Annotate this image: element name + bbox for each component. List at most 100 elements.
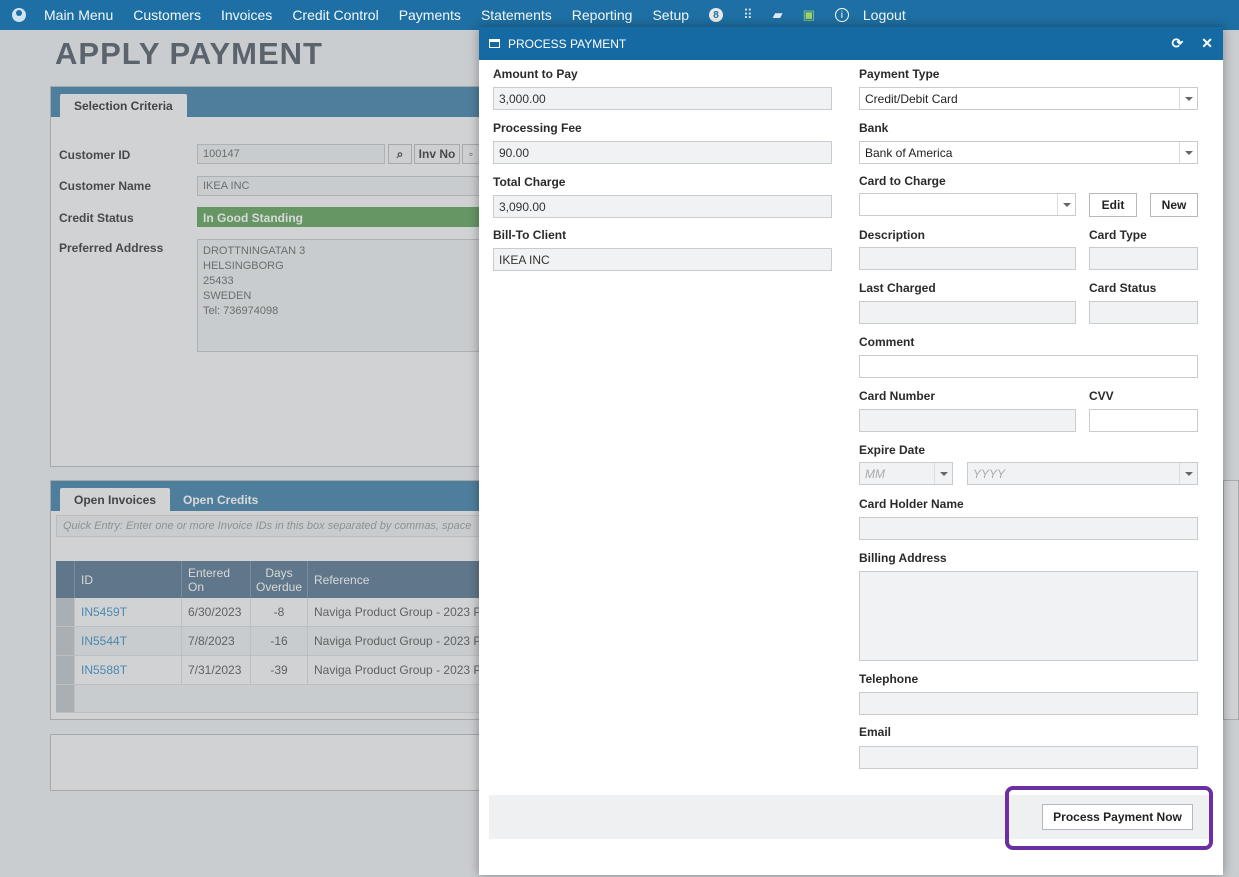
table-row[interactable]: IN5544T 7/8/2023 -16 Naviga Product Grou… (56, 627, 489, 656)
entered-on-cell: 6/30/2023 (182, 598, 251, 626)
user-icon[interactable] (12, 8, 26, 22)
address-line: SWEDEN (203, 290, 252, 302)
chevron-down-icon[interactable] (934, 463, 952, 484)
amount-to-pay-label: Amount to Pay (493, 67, 578, 81)
col-id[interactable]: ID (75, 561, 182, 598)
last-charged-field (859, 301, 1076, 324)
address-line: 25433 (203, 275, 234, 287)
grid-body: IN5459T 6/30/2023 -8 Naviga Product Grou… (56, 598, 489, 713)
extra-icon[interactable]: ◦ (462, 144, 480, 164)
days-overdue-cell: -39 (251, 656, 308, 684)
tab-open-invoices[interactable]: Open Invoices (60, 488, 171, 511)
bill-to-client-field: IKEA INC (493, 248, 832, 271)
chevron-down-icon[interactable] (1179, 88, 1197, 109)
cvv-input[interactable] (1089, 409, 1198, 432)
nav-logout[interactable]: Logout (863, 7, 906, 23)
expire-year-select[interactable]: YYYY (967, 462, 1198, 485)
chevron-down-icon[interactable] (1179, 142, 1197, 163)
customer-id-field[interactable]: 100147 (197, 144, 385, 164)
inv-no-button[interactable]: Inv No (414, 144, 460, 164)
customer-id-label: Customer ID (59, 148, 131, 162)
new-card-button[interactable]: New (1150, 193, 1198, 217)
card-holder-input[interactable] (859, 517, 1198, 540)
apps-grid-icon[interactable]: ⠿ (743, 7, 753, 23)
dialog-title: PROCESS PAYMENT (508, 36, 627, 51)
address-line: DROTTNINGATAN 3 (203, 245, 306, 257)
nav-payments[interactable]: Payments (399, 7, 461, 23)
reference-cell: Naviga Product Group - 2023 Pl (308, 598, 489, 626)
page-title: APPLY PAYMENT (55, 36, 323, 71)
notification-badge[interactable]: 8 (709, 8, 724, 22)
info-icon[interactable]: i (834, 8, 849, 22)
col-reference[interactable]: Reference (308, 561, 489, 598)
days-overdue-cell: -16 (251, 627, 308, 655)
table-row[interactable]: IN5588T 7/31/2023 -39 Naviga Product Gro… (56, 656, 489, 685)
col-entered-on[interactable]: Entered On (182, 561, 251, 598)
bank-label: Bank (859, 121, 889, 135)
tv-icon[interactable]: ▣ (803, 7, 815, 23)
customer-name-label: Customer Name (59, 179, 152, 193)
month-placeholder: MM (865, 467, 885, 481)
card-number-input[interactable] (859, 409, 1076, 432)
grid-footer-row (56, 685, 489, 713)
reference-cell: Naviga Product Group - 2023 Pl (308, 656, 489, 684)
select-all-column[interactable] (56, 561, 75, 598)
comment-label: Comment (859, 335, 915, 349)
footer-spacer (75, 685, 489, 712)
nav-customers[interactable]: Customers (133, 7, 201, 23)
card-holder-label: Card Holder Name (859, 497, 964, 511)
telephone-input[interactable] (859, 692, 1198, 715)
window-icon (489, 39, 500, 48)
table-row[interactable]: IN5459T 6/30/2023 -8 Naviga Product Grou… (56, 598, 489, 627)
col-days-overdue[interactable]: Days Overdue (251, 561, 308, 598)
card-number-label: Card Number (859, 389, 936, 403)
card-to-charge-label: Card to Charge (859, 174, 946, 188)
nav-credit-control[interactable]: Credit Control (292, 7, 378, 23)
nav-setup[interactable]: Setup (652, 7, 689, 23)
dialog-header: PROCESS PAYMENT ⟳ ✕ (479, 27, 1223, 60)
payment-type-select[interactable]: Credit/Debit Card (859, 87, 1198, 110)
invoice-id-link[interactable]: IN5588T (75, 656, 182, 684)
row-selector[interactable] (56, 627, 75, 655)
preferred-address-label: Preferred Address (59, 241, 164, 255)
entered-on-cell: 7/31/2023 (182, 656, 251, 684)
nav-statements[interactable]: Statements (481, 7, 552, 23)
description-field (859, 247, 1076, 270)
invoices-tabbar: Open Invoices Open Credits (51, 481, 489, 511)
description-label: Description (859, 228, 926, 242)
card-to-charge-select[interactable] (859, 193, 1076, 216)
expire-month-select[interactable]: MM (859, 462, 953, 485)
nav-main-menu[interactable]: Main Menu (44, 7, 113, 23)
invoice-id-link[interactable]: IN5459T (75, 598, 182, 626)
year-placeholder: YYYY (973, 467, 1006, 481)
bank-value: Bank of America (865, 146, 953, 160)
top-nav: Main Menu Customers Invoices Credit Cont… (0, 0, 1239, 30)
days-overdue-cell: -8 (251, 598, 308, 626)
close-icon[interactable]: ✕ (1201, 35, 1213, 52)
preferred-address-field: DROTTNINGATAN 3 HELSINGBORG 25433 SWEDEN… (197, 239, 481, 352)
row-selector[interactable] (56, 656, 75, 684)
billing-address-textarea[interactable] (859, 571, 1198, 661)
payment-type-value: Credit/Debit Card (865, 92, 958, 106)
tab-selection-criteria[interactable]: Selection Criteria (60, 94, 187, 117)
reference-cell: Naviga Product Group - 2023 Pl (308, 627, 489, 655)
chevron-down-icon[interactable] (1179, 463, 1197, 484)
quick-entry-input[interactable]: Quick Entry: Enter one or more Invoice I… (56, 515, 489, 537)
chevron-down-icon[interactable] (1057, 194, 1075, 215)
edit-card-button[interactable]: Edit (1089, 193, 1137, 217)
process-payment-dialog: PROCESS PAYMENT ⟳ ✕ Amount to Pay 3,000.… (479, 27, 1223, 875)
nav-invoices[interactable]: Invoices (221, 7, 272, 23)
bank-select[interactable]: Bank of America (859, 141, 1198, 164)
card-type-label: Card Type (1089, 228, 1147, 242)
comment-input[interactable] (859, 355, 1198, 378)
chat-icon[interactable]: ▰ (773, 7, 783, 23)
search-icon[interactable]: ⌕ (388, 144, 412, 164)
invoice-id-link[interactable]: IN5544T (75, 627, 182, 655)
process-payment-now-button[interactable]: Process Payment Now (1042, 804, 1193, 830)
row-selector[interactable] (56, 598, 75, 626)
email-input[interactable] (859, 746, 1198, 769)
nav-reporting[interactable]: Reporting (572, 7, 633, 23)
refresh-icon[interactable]: ⟳ (1172, 35, 1184, 52)
bill-to-client-label: Bill-To Client (493, 228, 567, 242)
tab-open-credits[interactable]: Open Credits (169, 488, 272, 511)
